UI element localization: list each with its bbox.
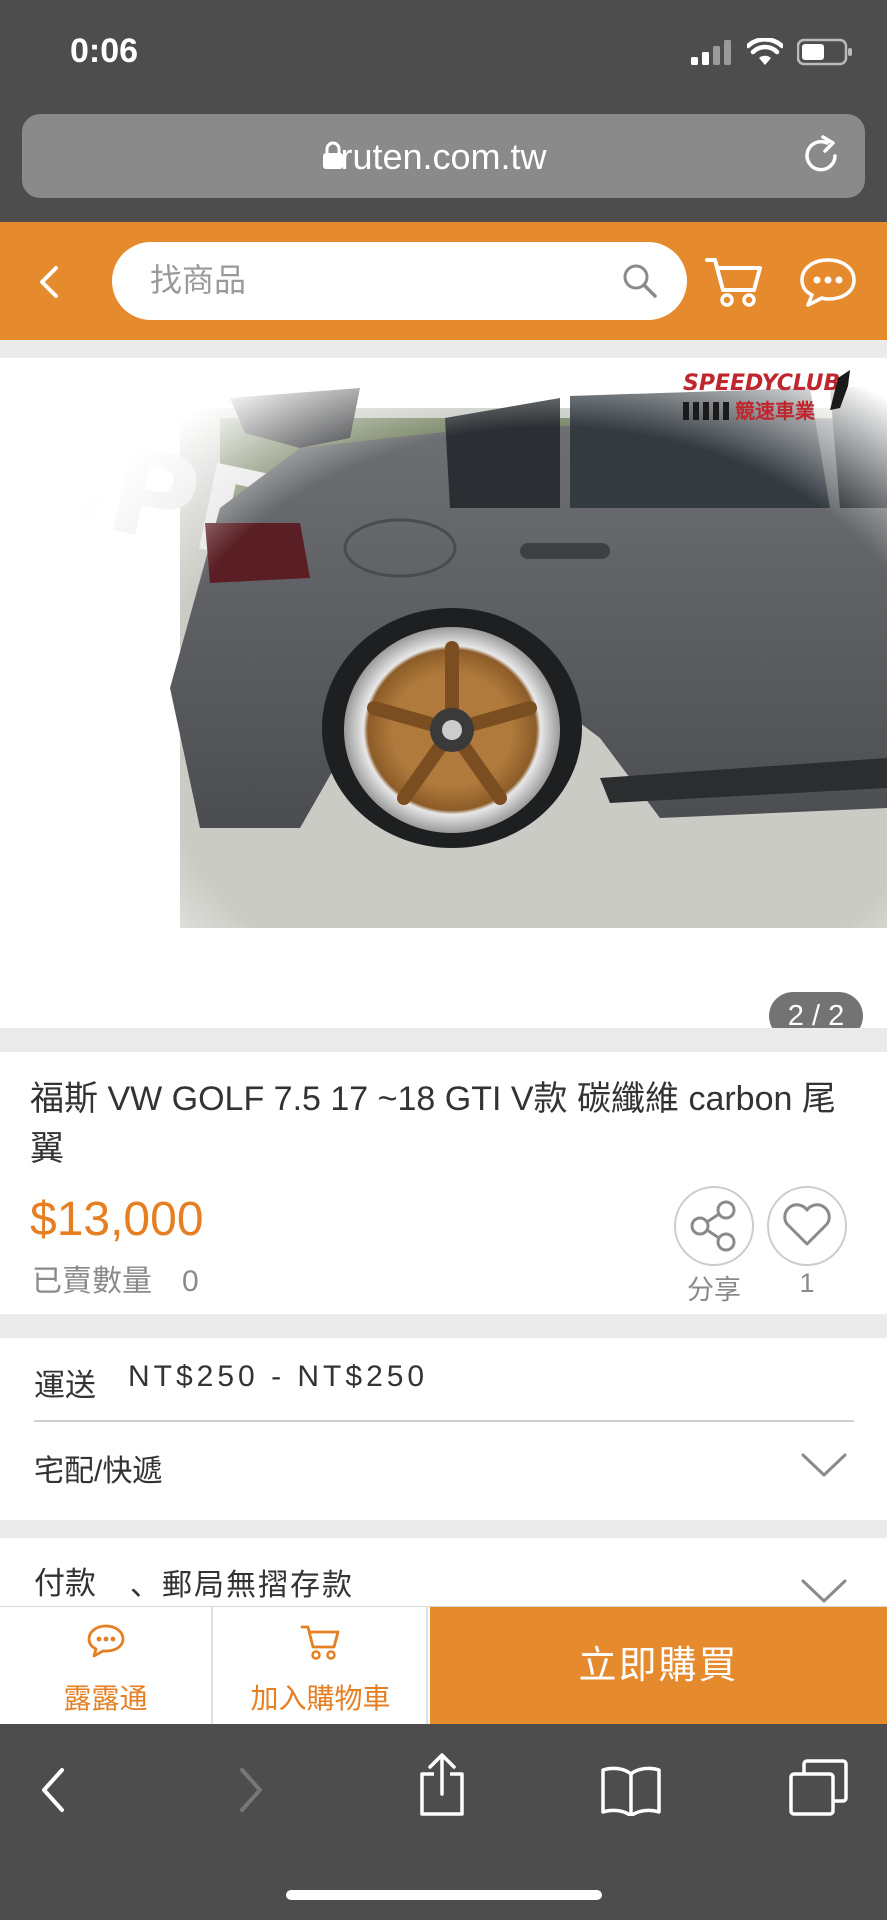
tabs-icon[interactable] [788, 1758, 850, 1818]
reload-icon[interactable] [801, 134, 843, 178]
cart-icon [300, 1625, 339, 1660]
add-to-cart-button[interactable]: 加入購物車 [215, 1607, 428, 1725]
back-icon[interactable] [28, 258, 68, 306]
search-icon[interactable] [621, 262, 659, 300]
divider [34, 1420, 854, 1422]
url-text: ruten.com.tw [340, 136, 547, 177]
image-counter: 2 / 2 [769, 992, 863, 1028]
share-button[interactable] [674, 1186, 754, 1266]
search-box[interactable] [112, 242, 687, 320]
home-indicator [286, 1890, 602, 1900]
add-to-cart-label: 加入購物車 [250, 1683, 391, 1714]
product-photo: SPEE SPEEDYCLUB [0, 358, 887, 1028]
shipping-label: 運送 [34, 1368, 96, 1403]
heart-icon [783, 1203, 831, 1246]
payment-label: 付款 [34, 1566, 96, 1601]
chat-seller-button[interactable]: 露露通 [0, 1607, 213, 1725]
shipping-method: 宅配/快遞 [34, 1455, 163, 1488]
svg-text:SPEEDYCLUB: SPEEDYCLUB [683, 371, 840, 396]
signal-icon [691, 40, 731, 65]
product-title: 福斯 VW GOLF 7.5 17 ~18 GTI V款 碳纖維 carbon … [30, 1080, 836, 1168]
payment-methods: 、郵局無摺存款 [130, 1569, 354, 1602]
share-label: 分享 [687, 1275, 741, 1305]
forward-icon[interactable] [236, 1766, 266, 1814]
favorite-count: 1 [799, 1268, 815, 1298]
browser-toolbar [0, 1724, 887, 1920]
chat-icon[interactable] [798, 256, 858, 308]
chat-seller-label: 露露通 [63, 1683, 148, 1714]
product-info: 福斯 VW GOLF 7.5 17 ~18 GTI V款 碳纖維 carbon … [0, 1052, 887, 1314]
payment-section[interactable]: 付款 、郵局無摺存款 [0, 1538, 887, 1608]
status-icons [691, 38, 853, 66]
bookmarks-icon[interactable] [600, 1764, 662, 1816]
product-image-carousel[interactable]: SPEE SPEEDYCLUB [0, 358, 887, 1028]
product-price: $13,000 [30, 1193, 204, 1246]
browser-address-area: ruten.com.tw [0, 110, 887, 222]
search-input[interactable] [150, 262, 590, 299]
svg-text:競速車業: 競速車業 [735, 399, 816, 423]
back-icon[interactable] [38, 1766, 68, 1814]
buy-now-button[interactable]: 立即購買 [430, 1607, 887, 1725]
shipping-price: NT$250 - NT$250 [128, 1360, 429, 1393]
action-bar: 露露通 加入購物車 立即購買 [0, 1606, 887, 1725]
status-time: 0:06 [70, 32, 139, 70]
share-sheet-icon[interactable] [418, 1752, 466, 1818]
battery-icon [797, 38, 852, 66]
cart-icon[interactable] [704, 254, 764, 310]
chat-icon [87, 1624, 124, 1658]
chevron-down-icon[interactable] [801, 1578, 847, 1604]
sold-count: 已賣數量 0 [32, 1265, 199, 1298]
shipping-section[interactable]: 運送 NT$250 - NT$250 宅配/快遞 [0, 1338, 887, 1520]
favorite-button[interactable] [767, 1186, 847, 1266]
status-bar: 0:06 [0, 0, 887, 110]
chevron-down-icon[interactable] [801, 1452, 847, 1478]
share-icon [690, 1200, 736, 1252]
address-bar[interactable]: ruten.com.tw [22, 114, 865, 198]
wifi-icon [747, 38, 783, 65]
app-header [0, 222, 887, 340]
